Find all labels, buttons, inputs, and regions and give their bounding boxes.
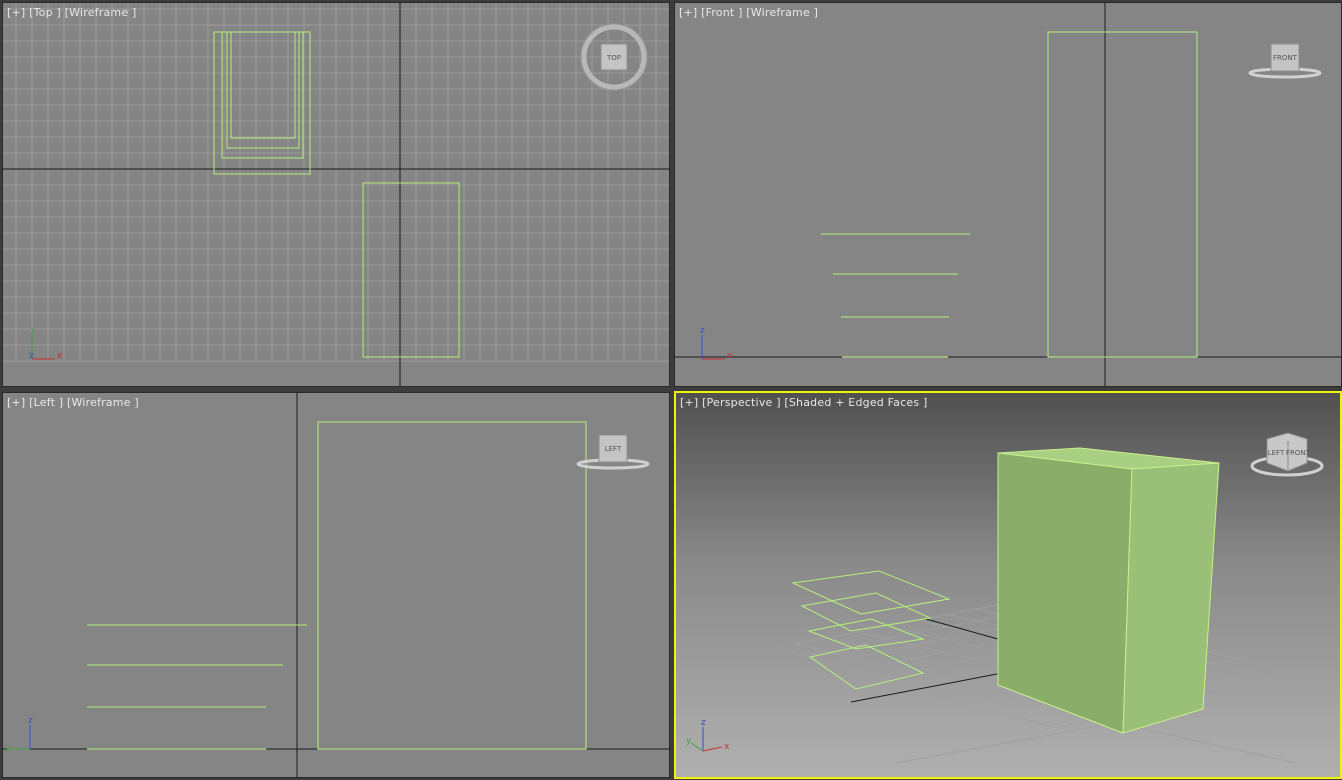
svg-text:x: x <box>57 351 63 361</box>
grid <box>3 3 669 363</box>
svg-text:z: z <box>701 718 706 728</box>
perspective-view-canvas: LEFT FRONT z x y <box>686 432 1324 764</box>
box-wireframe <box>317 421 587 750</box>
axis-tripod-left: z y <box>4 716 33 754</box>
stair-steps-wireframe <box>791 570 951 690</box>
svg-text:y: y <box>30 324 36 334</box>
svg-text:y: y <box>4 744 10 754</box>
svg-text:TOP: TOP <box>606 54 621 62</box>
svg-text:LEFT: LEFT <box>605 445 622 453</box>
svg-text:z: z <box>28 716 33 726</box>
viewport-left[interactable]: [+] [Left ] [Wireframe ] LEFT z y <box>2 392 670 778</box>
left-view-canvas: LEFT z y <box>3 393 669 777</box>
viewcube-perspective[interactable]: LEFT FRONT <box>1250 432 1324 477</box>
viewport-top[interactable]: [+] [Top ] [Wireframe ] TOP y x z <box>2 2 670 387</box>
stair-steps-wireframe <box>821 233 970 358</box>
viewport-label-left[interactable]: [+] [Left ] [Wireframe ] <box>7 396 139 409</box>
box-shaded <box>997 447 1220 734</box>
front-view-canvas: FRONT z x <box>675 3 1341 386</box>
top-view-canvas: TOP y x z <box>3 3 669 386</box>
viewport-label-perspective[interactable]: [+] [Perspective ] [Shaded + Edged Faces… <box>680 396 927 409</box>
svg-text:y: y <box>686 736 692 746</box>
box-side-face <box>1122 462 1220 734</box>
viewport-front[interactable]: [+] [Front ] [Wireframe ] FRONT z x <box>674 2 1342 387</box>
svg-text:LEFT: LEFT <box>1268 449 1285 457</box>
viewcube-front[interactable]: FRONT <box>1248 43 1322 79</box>
stair-steps-wireframe <box>87 624 307 750</box>
axis-tripod-front: z x <box>700 326 733 361</box>
viewcube-left[interactable]: LEFT <box>576 434 650 470</box>
box-wireframe <box>1047 31 1198 358</box>
axis-tripod-top: y x z <box>29 324 63 361</box>
viewport-perspective[interactable]: [+] [Perspective ] [Shaded + Edged Faces… <box>674 391 1342 779</box>
svg-text:FRONT: FRONT <box>1273 54 1298 62</box>
box-wireframe <box>362 182 460 358</box>
axis-tripod-perspective: z x y <box>686 718 730 752</box>
svg-text:z: z <box>700 326 705 336</box>
svg-text:z: z <box>29 351 34 361</box>
svg-text:x: x <box>724 742 730 752</box>
svg-text:x: x <box>727 351 733 361</box>
viewport-label-front[interactable]: [+] [Front ] [Wireframe ] <box>679 6 818 19</box>
box-front-face <box>997 452 1133 734</box>
viewport-label-top[interactable]: [+] [Top ] [Wireframe ] <box>7 6 136 19</box>
svg-text:FRONT: FRONT <box>1286 449 1311 457</box>
